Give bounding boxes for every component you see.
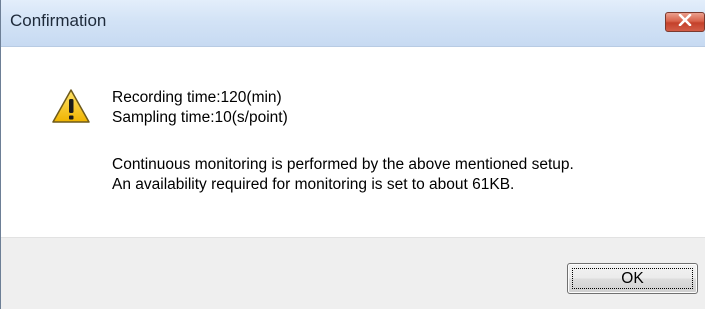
window-title: Confirmation <box>10 11 107 30</box>
availability-info-text: An availability required for monitoring … <box>112 176 515 193</box>
ok-button[interactable]: OK <box>567 263 698 294</box>
monitoring-info-text: Continuous monitoring is performed by th… <box>112 156 574 173</box>
confirmation-dialog: Confirmation Recording time:120(min) Sam… <box>0 0 705 309</box>
title-bar[interactable]: Confirmation <box>1 0 705 47</box>
button-bar: OK <box>1 237 705 309</box>
close-x-icon <box>678 13 692 31</box>
recording-time-text: Recording time:120(min) <box>112 89 282 106</box>
sampling-time-text: Sampling time:10(s/point) <box>112 109 288 126</box>
ok-button-label: OK <box>621 270 644 287</box>
warning-triangle-icon <box>51 88 91 124</box>
close-button[interactable] <box>665 12 705 32</box>
message-area: Recording time:120(min) Sampling time:10… <box>1 47 705 237</box>
